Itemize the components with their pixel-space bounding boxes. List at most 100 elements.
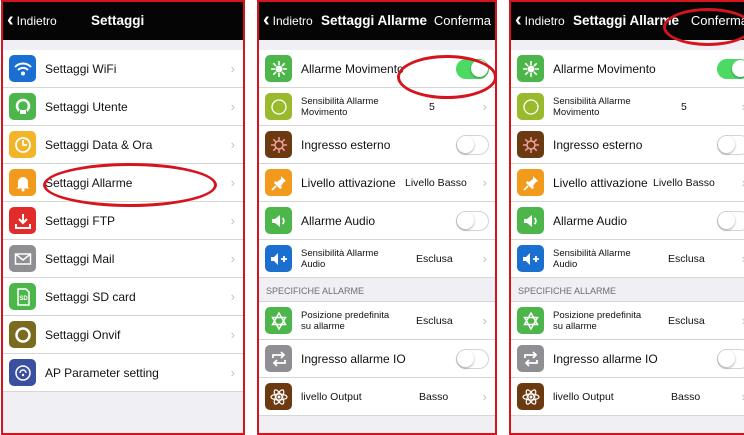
setting-label: Ingresso esterno — [301, 137, 391, 152]
confirm-button[interactable]: Conferma — [686, 2, 744, 40]
alarm-specs-list: Posizione predefinita su allarme Esclusa… — [259, 302, 495, 416]
setting-row-motion-sensitivity[interactable]: Sensibilità Allarme Movimento 5 › — [511, 88, 744, 126]
settings-item-ftp[interactable]: Settaggi FTP › — [3, 202, 243, 240]
settings-item-alarm[interactable]: Settaggi Allarme › — [3, 164, 243, 202]
pushpin-icon — [265, 169, 292, 196]
setting-row-output-level[interactable]: livello Output Basso › — [511, 378, 744, 416]
setting-label: Livello attivazione — [553, 175, 648, 190]
setting-row-io-alarm-input: Ingresso allarme IO — [511, 340, 744, 378]
setting-value: Esclusa — [416, 314, 453, 327]
back-button[interactable]: ‹ Indietro — [515, 2, 565, 40]
setting-value: Esclusa — [668, 252, 705, 265]
chevron-right-icon: › — [482, 389, 487, 404]
settings-screen: ‹ Indietro Settaggi Settaggi WiFi › Sett… — [1, 0, 245, 435]
external-input-toggle[interactable] — [717, 134, 744, 155]
back-button[interactable]: ‹ Indietro — [7, 2, 57, 40]
settings-item-label: Settaggi Mail — [45, 251, 115, 266]
chevron-left-icon: ‹ — [515, 9, 522, 31]
settings-item-label: Settaggi Allarme — [45, 175, 133, 190]
speaker-icon — [517, 207, 544, 234]
setting-label: Posizione predefinita su allarme — [553, 309, 642, 332]
setting-row-motion-alarm: Allarme Movimento — [259, 50, 495, 88]
setting-row-audio-alarm: Allarme Audio — [259, 202, 495, 240]
setting-value: Livello Basso — [405, 176, 467, 189]
setting-value: Livello Basso — [653, 176, 715, 189]
motion-alarm-toggle[interactable] — [456, 58, 489, 79]
settings-item-user[interactable]: Settaggi Utente › — [3, 88, 243, 126]
pushpin-icon — [517, 169, 544, 196]
motion-icon — [265, 55, 292, 82]
io-alarm-input-toggle[interactable] — [456, 348, 489, 369]
motion-alarm-toggle[interactable] — [717, 58, 744, 79]
setting-label: Ingresso allarme IO — [553, 351, 658, 366]
sd-card-icon: SD — [9, 283, 36, 310]
setting-row-activation-level[interactable]: Livello attivazione Livello Basso › — [259, 164, 495, 202]
external-input-toggle[interactable] — [456, 134, 489, 155]
setting-label: Sensibilità Allarme Movimento — [553, 95, 631, 118]
audio-alarm-toggle[interactable] — [717, 210, 744, 231]
page-title: Settaggi — [91, 13, 145, 28]
setting-label: livello Output — [301, 390, 362, 403]
setting-label: livello Output — [553, 390, 614, 403]
chevron-right-icon: › — [230, 175, 235, 190]
atom-icon — [517, 383, 544, 410]
chevron-left-icon: ‹ — [7, 9, 14, 31]
settings-item-datetime[interactable]: Settaggi Data & Ora › — [3, 126, 243, 164]
setting-row-preset-position[interactable]: Posizione predefinita su allarme Esclusa… — [511, 302, 744, 340]
download-icon — [9, 207, 36, 234]
sensitivity-icon — [265, 93, 292, 120]
chevron-right-icon: › — [230, 289, 235, 304]
star-of-david-icon — [265, 307, 292, 334]
repeat-icon — [265, 345, 292, 372]
settings-item-wifi[interactable]: Settaggi WiFi › — [3, 50, 243, 88]
volume-icon — [265, 245, 292, 272]
chevron-right-icon: › — [482, 313, 487, 328]
settings-item-label: Settaggi FTP — [45, 213, 116, 228]
confirm-button[interactable]: Conferma — [434, 2, 491, 40]
back-button[interactable]: ‹ Indietro — [263, 2, 313, 40]
svg-text:SD: SD — [19, 296, 28, 302]
settings-item-label: Settaggi WiFi — [45, 61, 117, 76]
audio-alarm-toggle[interactable] — [456, 210, 489, 231]
setting-row-preset-position[interactable]: Posizione predefinita su allarme Esclusa… — [259, 302, 495, 340]
setting-row-activation-level[interactable]: Livello attivazione Livello Basso › — [511, 164, 744, 202]
chevron-right-icon: › — [482, 175, 487, 190]
io-alarm-input-toggle[interactable] — [717, 348, 744, 369]
settings-item-label: Settaggi SD card — [45, 289, 136, 304]
navbar: ‹ Indietro Settaggi Allarme Conferma — [259, 2, 495, 40]
chevron-right-icon: › — [230, 327, 235, 342]
setting-label: Sensibilità Allarme Audio — [553, 247, 631, 270]
setting-label: Ingresso allarme IO — [301, 351, 406, 366]
chevron-right-icon: › — [230, 61, 235, 76]
speaker-icon — [265, 207, 292, 234]
settings-item-mail[interactable]: Settaggi Mail › — [3, 240, 243, 278]
alarm-settings-list: Allarme Movimento Sensibilità Allarme Mo… — [259, 50, 495, 278]
setting-label: Allarme Audio — [301, 213, 376, 228]
setting-label: Sensibilità Allarme Movimento — [301, 95, 379, 118]
chevron-right-icon: › — [230, 251, 235, 266]
alarm-settings-screen: ‹ Indietro Settaggi Allarme Conferma All… — [257, 0, 497, 435]
setting-row-audio-sensitivity[interactable]: Sensibilità Allarme Audio Esclusa › — [259, 240, 495, 278]
setting-row-audio-alarm: Allarme Audio — [511, 202, 744, 240]
setting-row-audio-sensitivity[interactable]: Sensibilità Allarme Audio Esclusa › — [511, 240, 744, 278]
setting-row-output-level[interactable]: livello Output Basso › — [259, 378, 495, 416]
mail-icon — [9, 245, 36, 272]
user-icon — [9, 93, 36, 120]
setting-row-motion-sensitivity[interactable]: Sensibilità Allarme Movimento 5 › — [259, 88, 495, 126]
setting-label: Ingresso esterno — [553, 137, 643, 152]
navbar: ‹ Indietro Settaggi — [3, 2, 243, 40]
onvif-icon — [9, 321, 36, 348]
settings-item-sdcard[interactable]: SD Settaggi SD card › — [3, 278, 243, 316]
setting-value: Basso — [671, 390, 701, 403]
back-label: Indietro — [16, 14, 57, 28]
settings-item-onvif[interactable]: Settaggi Onvif › — [3, 316, 243, 354]
section-header: SPECIFICHE ALLARME — [511, 278, 744, 302]
settings-item-ap[interactable]: AP Parameter setting › — [3, 354, 243, 392]
chevron-right-icon: › — [230, 213, 235, 228]
setting-value: Basso — [419, 390, 449, 403]
external-input-icon — [265, 131, 292, 158]
chevron-right-icon: › — [230, 99, 235, 114]
volume-icon — [517, 245, 544, 272]
clock-icon — [9, 131, 36, 158]
repeat-icon — [517, 345, 544, 372]
